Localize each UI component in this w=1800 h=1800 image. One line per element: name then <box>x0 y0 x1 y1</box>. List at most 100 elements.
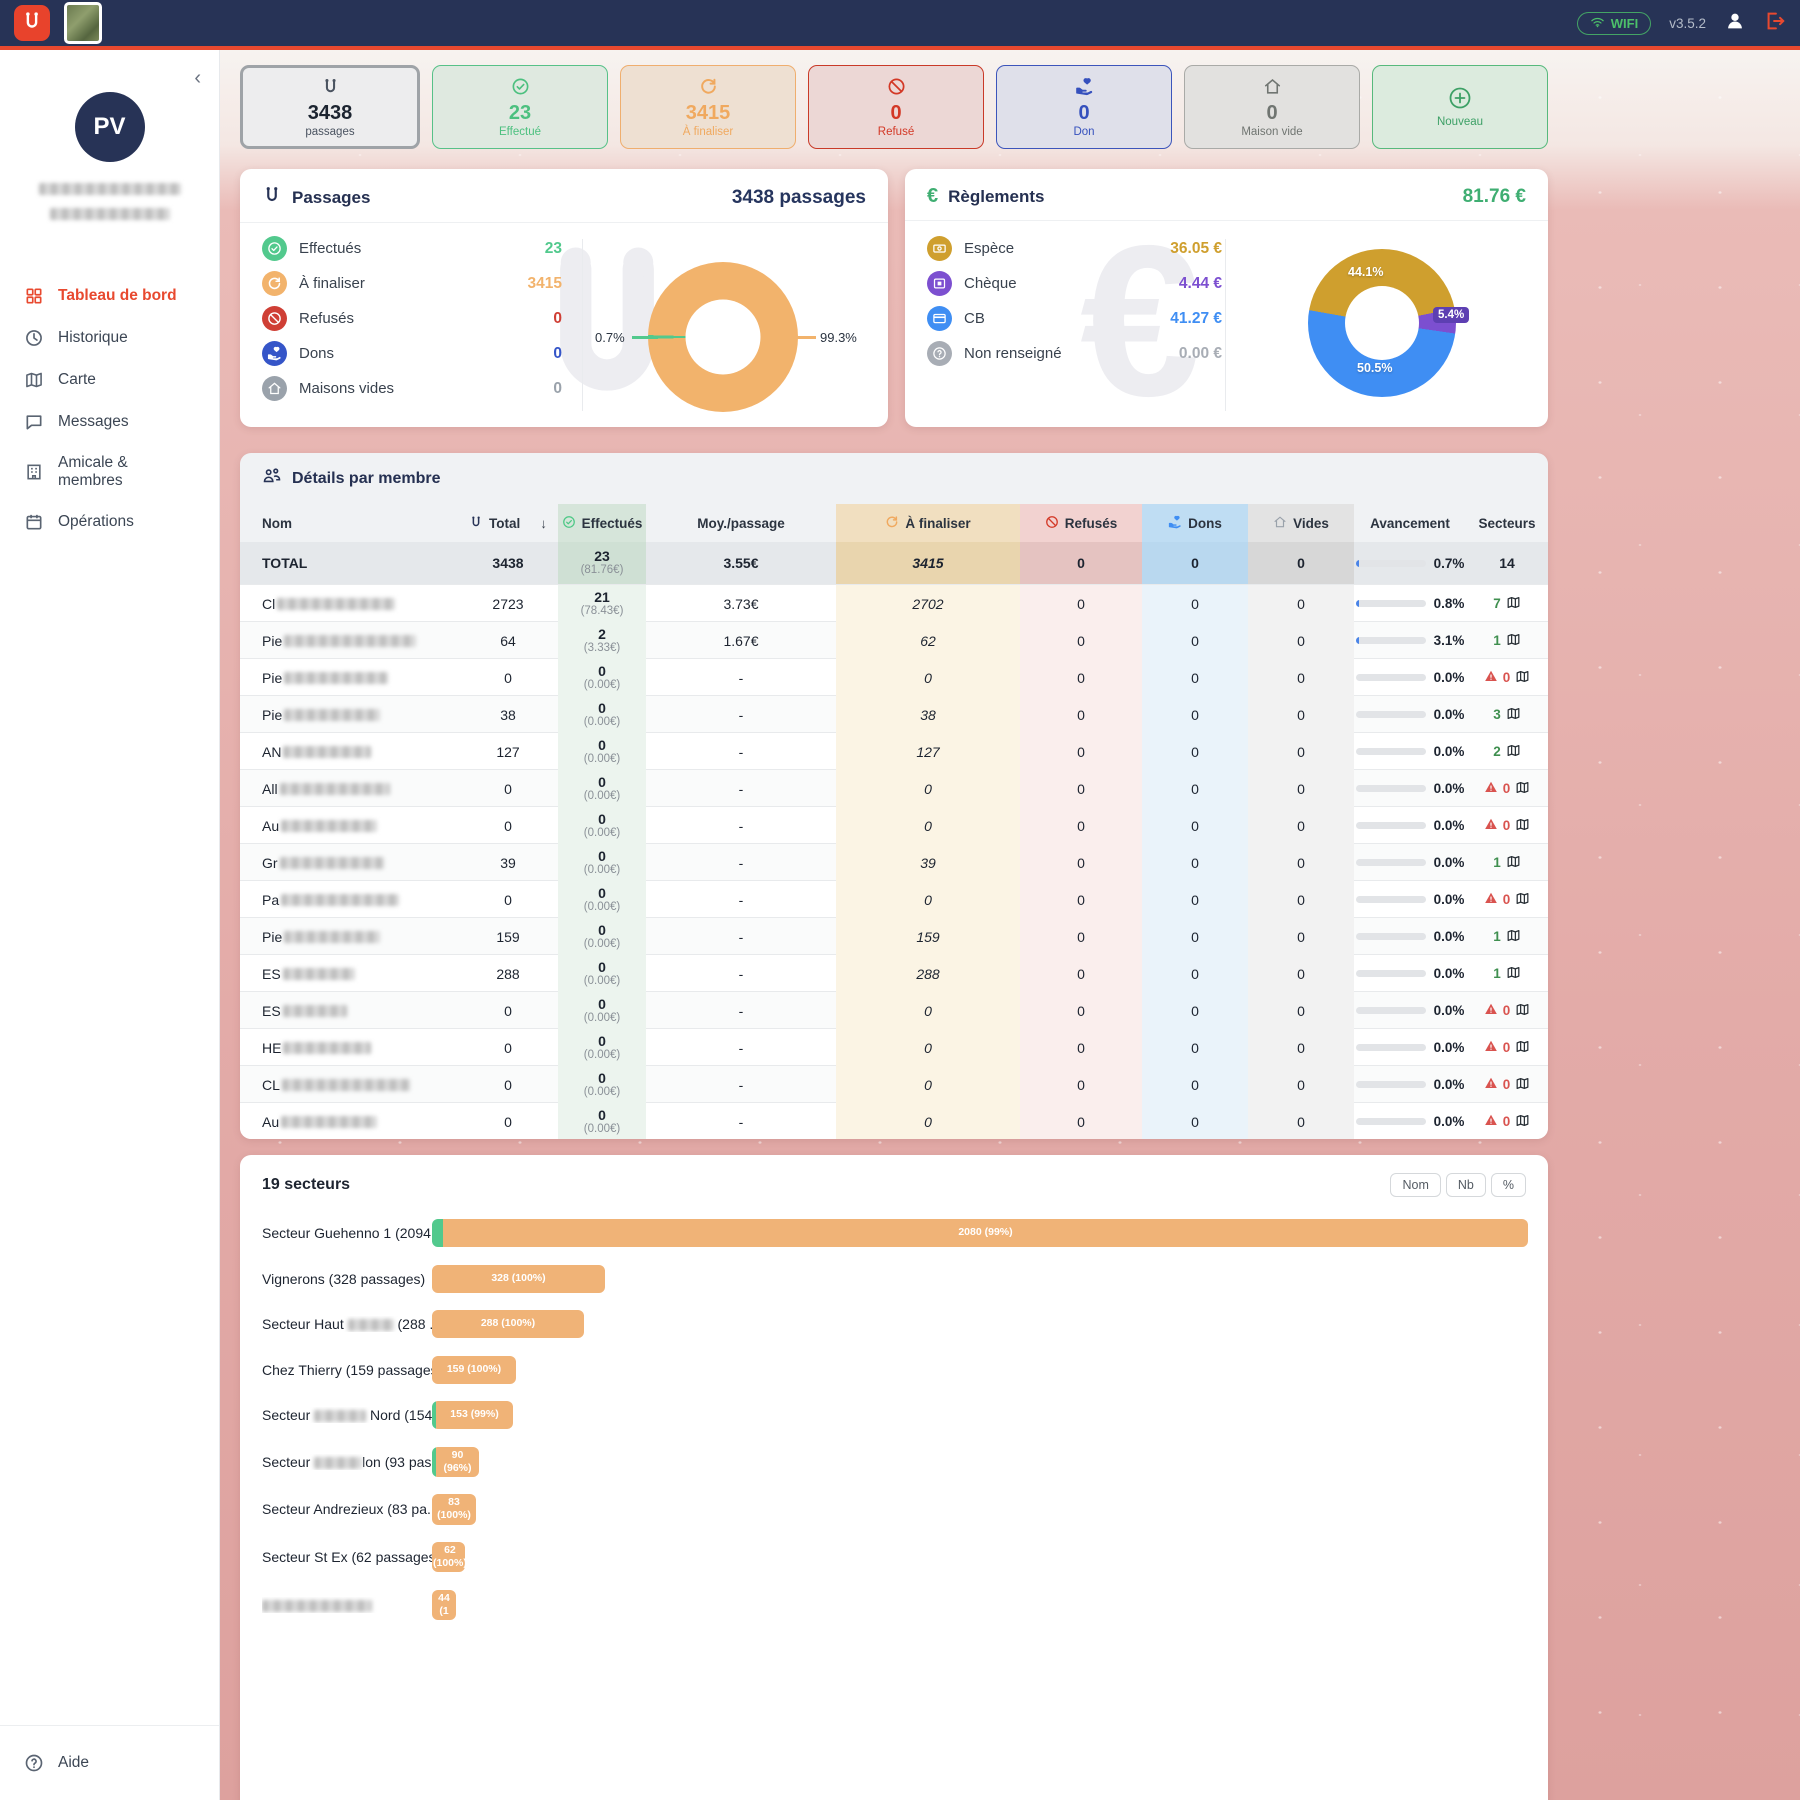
logout-icon[interactable] <box>1764 10 1786 37</box>
stat-card-nouveau[interactable]: Nouveau <box>1372 65 1548 149</box>
legend-item: Espèce36.05 € <box>927 231 1222 266</box>
sectors-toggle-nb[interactable]: Nb <box>1446 1173 1486 1197</box>
sidebar-item-operations[interactable]: Opérations <box>0 501 219 543</box>
block-icon <box>887 77 906 101</box>
sector-count: 0 <box>1503 781 1511 796</box>
member-row[interactable]: Au00(0.00€)-00000.0%0 <box>240 1102 1548 1139</box>
progress-bar <box>1356 970 1426 977</box>
column-header-dons[interactable]: Dons <box>1142 504 1248 542</box>
column-header-label: Nom <box>262 516 292 531</box>
member-row[interactable]: ES00(0.00€)-00000.0%0 <box>240 991 1548 1028</box>
hand-heart-icon <box>1168 515 1182 532</box>
sort-down-icon[interactable]: ↓ <box>540 516 547 531</box>
route-icon <box>469 515 483 532</box>
pie-label-espece: 44.1% <box>1348 265 1383 279</box>
stat-card-passages[interactable]: 3438passages <box>240 65 420 149</box>
sector-label-redacted <box>348 1319 394 1331</box>
member-name-redacted <box>281 894 399 906</box>
sidebar-item-amicale-membres[interactable]: Amicale & membres <box>0 443 219 501</box>
sectors-toggle-nom[interactable]: Nom <box>1390 1173 1440 1197</box>
column-header-avancement[interactable]: Avancement <box>1354 504 1466 542</box>
member-row[interactable]: CL00(0.00€)-00000.0%0 <box>240 1065 1548 1102</box>
wifi-status-badge[interactable]: WIFI <box>1577 12 1651 35</box>
sector-count: 1 <box>1493 855 1501 870</box>
member-row[interactable]: Pa00(0.00€)-00000.0%0 <box>240 880 1548 917</box>
app-logo-icon <box>14 5 50 41</box>
block-icon <box>262 306 287 331</box>
legend-item: À finaliser3415 <box>262 266 562 301</box>
stat-card-a-finaliser[interactable]: 3415À finaliser <box>620 65 796 149</box>
map-small-icon <box>1506 632 1521 650</box>
sector-bar-row[interactable]: Secteur lon (93 pas...90 (96%) <box>262 1447 1526 1477</box>
sector-bar-row[interactable]: 44 (1 <box>262 1590 1526 1620</box>
warning-icon <box>1484 817 1498 834</box>
sidebar-collapse-button[interactable]: ‹ <box>194 68 201 88</box>
warning-icon <box>1484 891 1498 908</box>
sidebar-item-historique[interactable]: Historique <box>0 317 219 359</box>
member-row[interactable]: All00(0.00€)-00000.0%0 <box>240 769 1548 806</box>
map-small-icon <box>1506 706 1521 724</box>
member-row[interactable]: Gr390(0.00€)-390000.0%1 <box>240 843 1548 880</box>
column-header-refus-s[interactable]: Refusés <box>1020 504 1142 542</box>
sector-bar-row[interactable]: Secteur Guehenno 1 (2094 ...2080 (99%) <box>262 1219 1526 1247</box>
passages-donut-chart <box>648 262 798 412</box>
sidebar-item-messages[interactable]: Messages <box>0 401 219 443</box>
member-row[interactable]: AN1270(0.00€)-1270000.0%2 <box>240 732 1548 769</box>
member-row[interactable]: Au00(0.00€)-00000.0%0 <box>240 806 1548 843</box>
stat-card-effectue[interactable]: 23Effectué <box>432 65 608 149</box>
sector-bar-row[interactable]: Vignerons (328 passages)328 (100%) <box>262 1265 1526 1293</box>
calendar-icon <box>24 512 44 532</box>
route-icon <box>321 77 340 101</box>
column-header-secteurs[interactable]: Secteurs <box>1466 504 1548 542</box>
column-header-moy-passage[interactable]: Moy./passage <box>646 504 836 542</box>
column-header-effectu-s[interactable]: Effectués <box>558 504 646 542</box>
sector-bar-row[interactable]: Secteur Nord (154 ...153 (99%) <box>262 1401 1526 1429</box>
sector-count: 1 <box>1493 929 1501 944</box>
stat-card-maison-vide[interactable]: 0Maison vide <box>1184 65 1360 149</box>
sector-bar-row[interactable]: Secteur Haut (288 ...288 (100%) <box>262 1310 1526 1338</box>
progress-percent: 0.0% <box>1434 892 1465 907</box>
progress-bar <box>1356 896 1426 903</box>
member-row[interactable]: Pie642(3.33€)1.67€620003.1%1 <box>240 621 1548 658</box>
sector-count: 1 <box>1493 633 1501 648</box>
map-small-icon <box>1515 817 1530 835</box>
legend-value: 23 <box>545 240 562 258</box>
passages-panel: Passages 3438 passages Effectués23À fina… <box>240 169 888 427</box>
member-name-redacted <box>282 1079 410 1091</box>
warning-icon <box>1484 669 1498 686</box>
sector-bar-row[interactable]: Secteur St Ex (62 passages)62 (100%) <box>262 1542 1526 1572</box>
progress-percent: 0.0% <box>1434 855 1465 870</box>
member-row[interactable]: Pie380(0.00€)-380000.0%3 <box>240 695 1548 732</box>
stat-card-refuse[interactable]: 0Refusé <box>808 65 984 149</box>
sector-bar-value: 62 (100%) <box>432 1542 465 1572</box>
sidebar-item-tableau-de-bord[interactable]: Tableau de bord <box>0 275 219 317</box>
messages-icon <box>24 412 44 432</box>
member-name-redacted <box>284 635 416 647</box>
stat-card-don[interactable]: 0Don <box>996 65 1172 149</box>
legend-value: 41.27 € <box>1170 310 1222 328</box>
sector-count: 0 <box>1503 818 1511 833</box>
member-row[interactable]: Cl272321(78.43€)3.73€27020000.8%7 <box>240 584 1548 621</box>
column-header--finaliser[interactable]: À finaliser <box>836 504 1020 542</box>
progress-percent: 0.0% <box>1434 929 1465 944</box>
sector-bar-value: 90 (96%) <box>436 1447 479 1477</box>
sidebar-item-aide[interactable]: Aide <box>0 1742 219 1784</box>
reglements-legend: Espèce36.05 €Chèque4.44 €CB41.27 €Non re… <box>927 231 1222 371</box>
map-icon <box>24 370 44 390</box>
column-header-total[interactable]: Total↓ <box>458 504 558 542</box>
member-row[interactable]: Pie00(0.00€)-00000.0%0 <box>240 658 1548 695</box>
column-header-vides[interactable]: Vides <box>1248 504 1354 542</box>
refresh-icon <box>885 515 899 532</box>
member-name-redacted <box>280 857 384 869</box>
sector-bar-row[interactable]: Chez Thierry (159 passages)159 (100%) <box>262 1356 1526 1384</box>
sectors-toggle-pct[interactable]: % <box>1491 1173 1526 1197</box>
member-row[interactable]: Pie1590(0.00€)-1590000.0%1 <box>240 917 1548 954</box>
member-name-redacted <box>284 672 388 684</box>
member-row[interactable]: ES2880(0.00€)-2880000.0%1 <box>240 954 1548 991</box>
member-row[interactable]: HE00(0.00€)-00000.0%0 <box>240 1028 1548 1065</box>
wifi-icon <box>1590 16 1605 31</box>
column-header-nom[interactable]: Nom <box>240 504 458 542</box>
user-icon[interactable] <box>1724 10 1746 37</box>
sidebar-item-carte[interactable]: Carte <box>0 359 219 401</box>
sector-bar-row[interactable]: Secteur Andrezieux (83 pa...83 (100%) <box>262 1494 1526 1524</box>
